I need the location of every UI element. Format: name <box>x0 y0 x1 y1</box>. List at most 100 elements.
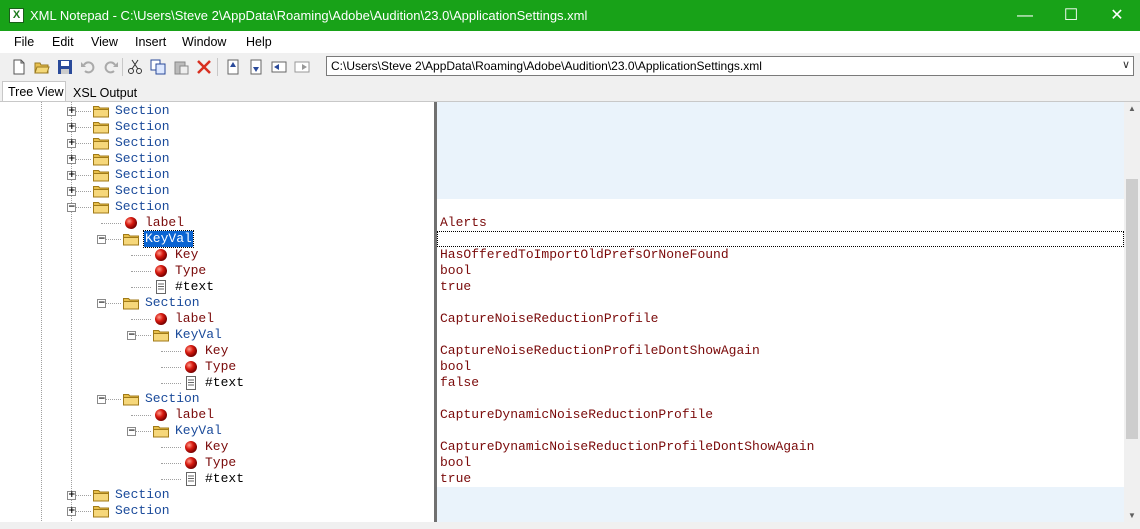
tree-node-section[interactable]: + Section <box>0 167 434 183</box>
value-row[interactable]: CaptureNoiseReductionProfileDontShowAgai… <box>437 343 1124 359</box>
tree-node-section[interactable]: + Section <box>0 119 434 135</box>
minimize-button[interactable]: — <box>1002 0 1048 31</box>
value-row[interactable]: bool <box>437 359 1124 375</box>
collapse-icon[interactable]: − <box>97 299 106 308</box>
scroll-up-arrow-icon[interactable]: ▲ <box>1124 102 1140 116</box>
menu-help[interactable]: Help <box>246 35 272 49</box>
tree-node-section[interactable]: − Section <box>0 199 434 215</box>
menu-window[interactable]: Window <box>182 35 226 49</box>
tree-node-section[interactable]: + Section <box>0 503 434 519</box>
value-row[interactable]: bool <box>437 263 1124 279</box>
tree-node-text[interactable]: #text <box>0 375 434 391</box>
nudge-up-icon[interactable] <box>224 58 242 76</box>
value-row[interactable]: CaptureDynamicNoiseReductionProfileDontS… <box>437 439 1124 455</box>
value-row[interactable]: bool <box>437 455 1124 471</box>
vertical-scrollbar[interactable]: ▲ ▼ <box>1124 102 1140 523</box>
value-row[interactable] <box>437 199 1124 215</box>
collapse-icon[interactable]: − <box>127 427 136 436</box>
tree-node-section[interactable]: − Section <box>0 391 434 407</box>
value-row[interactable]: Alerts <box>437 215 1124 231</box>
scroll-down-arrow-icon[interactable]: ▼ <box>1124 509 1140 523</box>
tree-connector <box>131 271 151 272</box>
value-row[interactable] <box>437 183 1124 199</box>
tree-node-text[interactable]: #text <box>0 279 434 295</box>
file-path-combobox[interactable]: C:\Users\Steve 2\AppData\Roaming\Adobe\A… <box>326 56 1134 76</box>
tree-node-section[interactable]: + Section <box>0 103 434 119</box>
expand-icon[interactable]: + <box>67 155 76 164</box>
delete-icon[interactable] <box>195 58 213 76</box>
tree-node-section[interactable]: + Section <box>0 183 434 199</box>
tree-connector <box>131 319 151 320</box>
maximize-button[interactable]: ☐ <box>1048 0 1094 31</box>
value-row[interactable] <box>437 487 1124 503</box>
value-row[interactable] <box>437 503 1124 519</box>
paste-icon[interactable] <box>172 58 190 76</box>
open-icon[interactable] <box>33 58 51 76</box>
expand-icon[interactable]: + <box>67 139 76 148</box>
tree-node-type[interactable]: Type <box>0 359 434 375</box>
node-value-pane[interactable]: Alerts HasOfferedToImportOldPrefsOrNoneFo… <box>437 102 1124 523</box>
tree-node-type[interactable]: Type <box>0 263 434 279</box>
undo-icon[interactable] <box>79 58 97 76</box>
tree-node-keyval[interactable]: − KeyVal <box>0 327 434 343</box>
value-row[interactable]: CaptureNoiseReductionProfile <box>437 311 1124 327</box>
collapse-icon[interactable]: − <box>97 395 106 404</box>
chevron-down-icon[interactable]: ∨ <box>1122 58 1130 71</box>
cut-icon[interactable] <box>126 58 144 76</box>
save-icon[interactable] <box>56 58 74 76</box>
expand-icon[interactable]: + <box>67 171 76 180</box>
xml-tree-view[interactable]: + Section + Section + Section + Section + Section… <box>0 102 434 523</box>
value-row[interactable] <box>437 391 1124 407</box>
value-row[interactable] <box>437 231 1124 247</box>
tree-node-label[interactable]: label <box>0 311 434 327</box>
value-row[interactable] <box>437 423 1124 439</box>
value-row[interactable] <box>437 295 1124 311</box>
value-row[interactable] <box>437 327 1124 343</box>
value-row[interactable] <box>437 167 1124 183</box>
value-row[interactable] <box>437 151 1124 167</box>
copy-icon[interactable] <box>149 58 167 76</box>
collapse-icon[interactable]: − <box>97 235 106 244</box>
value-row[interactable]: true <box>437 471 1124 487</box>
collapse-icon[interactable]: − <box>127 331 136 340</box>
menu-insert[interactable]: Insert <box>135 35 166 49</box>
tree-node-label[interactable]: label <box>0 215 434 231</box>
expand-icon[interactable]: + <box>67 187 76 196</box>
expand-icon[interactable]: + <box>67 507 76 516</box>
tree-node-section[interactable]: + Section <box>0 151 434 167</box>
menu-edit[interactable]: Edit <box>52 35 74 49</box>
value-row[interactable] <box>437 103 1124 119</box>
tree-node-key[interactable]: Key <box>0 439 434 455</box>
value-row[interactable]: CaptureDynamicNoiseReductionProfile <box>437 407 1124 423</box>
menu-file[interactable]: File <box>14 35 34 49</box>
scrollbar-thumb[interactable] <box>1126 179 1138 439</box>
tree-node-keyval[interactable]: − KeyVal <box>0 230 434 248</box>
tab-tree-view[interactable]: Tree View <box>2 81 66 101</box>
tree-node-key[interactable]: Key <box>0 247 434 263</box>
new-icon[interactable] <box>10 58 28 76</box>
redo-icon[interactable] <box>102 58 120 76</box>
value-row[interactable]: HasOfferedToImportOldPrefsOrNoneFound <box>437 247 1124 263</box>
tree-node-type[interactable]: Type <box>0 455 434 471</box>
menu-view[interactable]: View <box>91 35 118 49</box>
tree-node-text[interactable]: #text <box>0 471 434 487</box>
nudge-down-icon[interactable] <box>247 58 265 76</box>
value-row[interactable]: false <box>437 375 1124 391</box>
expand-icon[interactable]: + <box>67 491 76 500</box>
collapse-icon[interactable]: − <box>67 203 76 212</box>
nudge-left-icon[interactable] <box>270 58 288 76</box>
tree-node-label[interactable]: label <box>0 407 434 423</box>
tree-node-section[interactable]: + Section <box>0 135 434 151</box>
value-row[interactable]: true <box>437 279 1124 295</box>
tree-node-section[interactable]: + Section <box>0 487 434 503</box>
tree-node-key[interactable]: Key <box>0 343 434 359</box>
nudge-right-icon[interactable] <box>293 58 311 76</box>
expand-icon[interactable]: + <box>67 123 76 132</box>
expand-icon[interactable]: + <box>67 107 76 116</box>
tree-node-section[interactable]: − Section <box>0 295 434 311</box>
value-row[interactable] <box>437 135 1124 151</box>
close-button[interactable]: ✕ <box>1094 0 1140 31</box>
tab-xsl-output[interactable]: XSL Output <box>68 84 140 102</box>
value-row[interactable] <box>437 119 1124 135</box>
tree-node-keyval[interactable]: − KeyVal <box>0 423 434 439</box>
